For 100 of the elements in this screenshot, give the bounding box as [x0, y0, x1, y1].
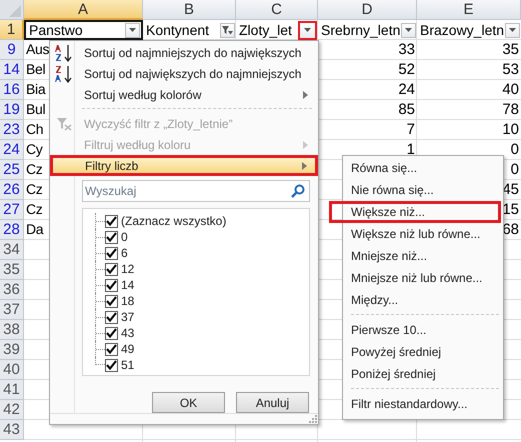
checkbox[interactable] [105, 310, 118, 324]
checkbox[interactable] [105, 294, 118, 308]
dialog-button[interactable]: OK [152, 392, 225, 413]
row-header[interactable]: 38 [0, 320, 24, 340]
submenu-arrow-icon [302, 162, 307, 170]
caret-icon [509, 28, 516, 32]
menu-item[interactable]: Mniejsze niż... [343, 245, 503, 267]
checkbox[interactable] [105, 278, 118, 292]
cell-text: Bul [26, 101, 46, 117]
cell-text: 0 [510, 161, 519, 178]
submenu-arrow-icon [303, 90, 308, 98]
menu-item[interactable]: Większe niż... [329, 201, 501, 223]
filter-dropdown-button[interactable] [220, 22, 235, 38]
row-header[interactable]: 28 [0, 220, 24, 240]
checkbox-label: 51 [121, 358, 134, 372]
menu-item[interactable]: Sortuj od największych do najmniejszych [52, 63, 316, 84]
row-header[interactable]: 37 [0, 300, 24, 320]
row-header[interactable]: 23 [0, 120, 24, 140]
header-cell-text: Panstwo [29, 22, 83, 38]
filter-dropdown-button[interactable] [125, 22, 140, 38]
cell-text: 15 [502, 201, 519, 218]
menu-item[interactable]: Równa się... [343, 157, 503, 179]
cell-text: Cz [26, 181, 43, 197]
checkbox[interactable] [105, 326, 118, 340]
header-cell-text: Brazowy_letn [420, 20, 504, 40]
column-header[interactable]: B [143, 0, 236, 20]
checkbox[interactable] [105, 214, 118, 228]
menu-item[interactable]: Mniejsze niż lub równe... [343, 267, 503, 289]
checkbox-label: 37 [121, 310, 134, 324]
row-header[interactable]: 19 [0, 100, 24, 120]
row-header[interactable]: 42 [0, 400, 24, 420]
caret-icon [405, 28, 412, 32]
caret-icon [129, 28, 136, 32]
cell-text: Cy [26, 141, 43, 157]
checkbox-label: 18 [121, 294, 134, 308]
cell-text: 33 [398, 41, 415, 58]
menu-item[interactable]: Sortuj od najmniejszych do największych [52, 42, 316, 63]
column-header[interactable]: C [236, 0, 318, 20]
dialog-button[interactable]: Anuluj [236, 392, 309, 413]
menu-item[interactable]: Większe niż lub równe... [343, 223, 503, 245]
menu-item[interactable]: Nie równa się... [343, 179, 503, 201]
row-header[interactable]: 43 [0, 420, 24, 440]
checkbox-label: 12 [121, 262, 134, 276]
cell-text: 0 [510, 141, 519, 158]
cell-text: 52 [398, 61, 415, 78]
header-cell-text: Kontynent [146, 20, 210, 40]
row-header[interactable]: 1 [0, 20, 24, 40]
row-header[interactable]: 24 [0, 140, 24, 160]
checkbox[interactable] [105, 342, 118, 356]
menu-item[interactable]: Między... [343, 289, 503, 311]
row-header[interactable]: 27 [0, 200, 24, 220]
checkbox-label: 14 [121, 278, 134, 292]
cell-text: 45 [502, 181, 519, 198]
submenu-arrow-icon [303, 140, 308, 148]
cell-text: 7 [406, 121, 415, 138]
row-header[interactable]: 40 [0, 360, 24, 380]
checkbox[interactable] [105, 358, 118, 372]
search-field[interactable]: Wyszukaj [82, 180, 310, 202]
checkbox-label: 43 [121, 326, 134, 340]
column-header[interactable]: D [318, 0, 417, 20]
row-header[interactable]: 41 [0, 380, 24, 400]
row-header[interactable]: 39 [0, 340, 24, 360]
cell-text: Da [26, 221, 44, 237]
checkbox[interactable] [105, 246, 118, 260]
cell-text: Aus [26, 41, 50, 57]
checkbox[interactable] [105, 230, 118, 244]
cell-text: 85 [398, 101, 415, 118]
filter-dropdown-button[interactable] [298, 20, 317, 40]
row-header[interactable]: 34 [0, 240, 24, 260]
header-cell-text: Zloty_let [239, 20, 292, 40]
row-header[interactable]: 35 [0, 260, 24, 280]
checkbox-label: 49 [121, 342, 134, 356]
checkbox-label: 6 [121, 246, 128, 260]
row-header[interactable]: 14 [0, 60, 24, 80]
row-header[interactable]: 16 [0, 80, 24, 100]
cell-text: 1 [406, 141, 415, 158]
column-header[interactable]: E [417, 0, 521, 20]
cell-text: 53 [502, 61, 519, 78]
checkbox-label: (Zaznacz wszystko) [121, 214, 226, 228]
cell-text: 35 [502, 41, 519, 58]
filter-dropdown-button[interactable] [505, 22, 520, 38]
sort-descending-icon [55, 64, 73, 82]
menu-item[interactable]: Poniżej średniej [343, 363, 503, 385]
row-header[interactable]: 26 [0, 180, 24, 200]
cell-text: Ch [26, 121, 44, 137]
menu-item[interactable]: Sortuj według kolorów [52, 84, 316, 105]
menu-item[interactable]: Powyżej średniej [343, 341, 503, 363]
row-header[interactable]: 25 [0, 160, 24, 180]
filter-dropdown-button[interactable] [401, 22, 416, 38]
search-icon [291, 184, 305, 198]
row-header[interactable]: 36 [0, 280, 24, 300]
column-header[interactable]: A [24, 0, 143, 20]
cell-text: Cz [26, 201, 43, 217]
menu-item[interactable]: Pierwsze 10... [343, 319, 503, 341]
cell-text: 40 [502, 81, 519, 98]
checkbox[interactable] [105, 262, 118, 276]
sort-ascending-icon [55, 44, 73, 62]
menu-item[interactable]: Filtr niestandardowy... [343, 393, 503, 415]
menu-item[interactable]: Filtry liczb [50, 155, 318, 176]
row-header[interactable]: 9 [0, 40, 24, 60]
